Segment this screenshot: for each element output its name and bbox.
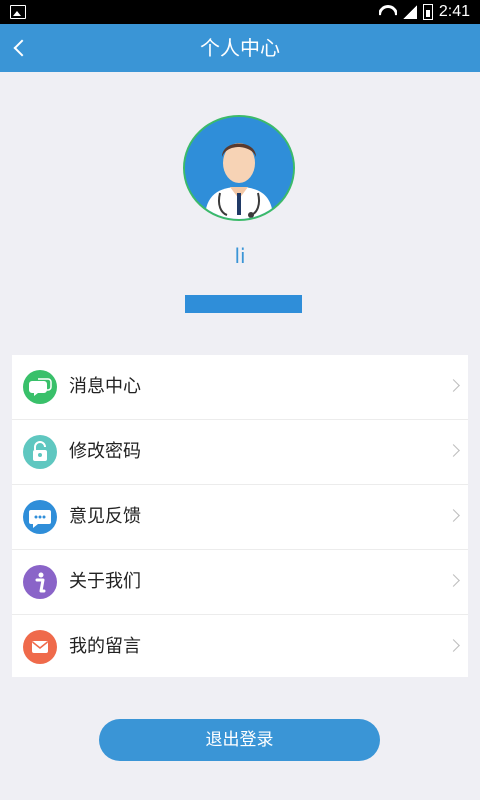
status-icons: 2:41 [379,2,470,22]
chevron-right-icon [447,574,460,587]
logout-button[interactable]: 退出登录 [99,719,380,761]
menu-item-message-center[interactable]: 消息中心 [12,355,468,420]
menu-item-feedback[interactable]: 意见反馈 [12,485,468,550]
menu-item-label: 消息中心 [69,376,141,397]
chevron-right-icon [447,509,460,522]
chevron-right-icon [447,379,460,392]
avatar[interactable] [183,115,295,221]
envelope-icon [23,630,57,664]
menu-item-label: 意见反馈 [69,506,141,527]
menu-item-label: 修改密码 [69,441,141,462]
chevron-right-icon [447,639,460,652]
battery-icon [422,4,433,20]
menu-list: 消息中心 修改密码 意见反馈 关于我们 我的留言 [12,355,468,677]
doctor-avatar-icon [185,117,293,219]
status-bar: 2:41 [0,0,480,24]
chevron-right-icon [447,444,460,457]
gallery-icon [10,5,26,19]
name-bar [185,295,302,313]
menu-item-label: 关于我们 [69,571,141,592]
unlock-icon [23,435,57,469]
menu-item-about-us[interactable]: 关于我们 [12,550,468,615]
wifi-icon [379,5,397,19]
menu-item-label: 我的留言 [69,636,141,657]
menu-item-my-messages[interactable]: 我的留言 [12,615,468,679]
status-time: 2:41 [438,3,470,20]
menu-item-change-password[interactable]: 修改密码 [12,420,468,485]
username: li [234,244,246,268]
chat-bubbles-icon [23,370,57,404]
speech-bubble-icon [23,500,57,534]
page-title: 个人中心 [200,36,280,60]
signal-icon [402,5,417,19]
info-icon [23,565,57,599]
nav-bar: 个人中心 [0,24,480,72]
